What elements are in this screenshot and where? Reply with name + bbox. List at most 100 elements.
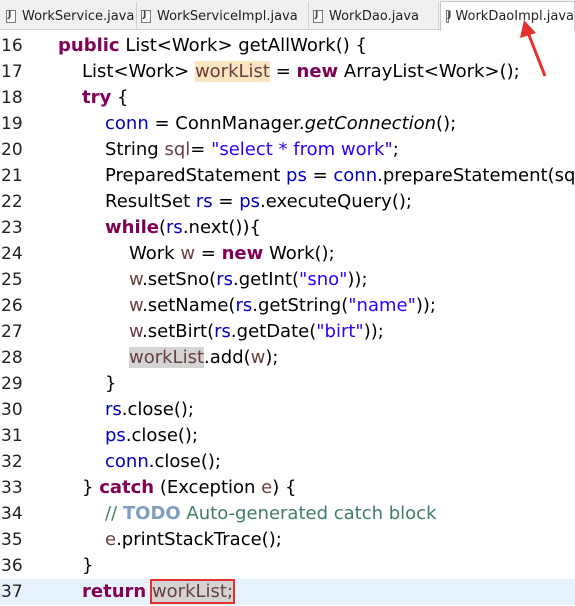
code-text: return workList; <box>82 579 236 605</box>
code-text: conn.close(); <box>105 449 221 475</box>
code-token: ps <box>239 191 261 212</box>
code-text: public List<Work> getAllWork() { <box>58 33 367 59</box>
code-line[interactable]: 28 workList.add(w); <box>0 345 575 371</box>
code-token: w <box>129 321 143 342</box>
code-token: w <box>129 269 143 290</box>
code-token: .prepareStatement(sq <box>377 165 575 186</box>
code-token: w <box>180 243 196 264</box>
code-token: (Exception <box>154 477 262 498</box>
code-line[interactable]: 37 return workList; <box>0 579 575 605</box>
code-token: .close(); <box>148 451 221 472</box>
code-line[interactable]: 27 w.setBirt(rs.getDate("birt")); <box>0 319 575 345</box>
code-token: { <box>111 87 129 108</box>
code-text: } <box>82 553 93 579</box>
code-line[interactable]: 16 public List<Work> getAllWork() { <box>0 33 575 59</box>
java-file-icon <box>313 9 323 23</box>
line-number: 34 <box>1 504 23 524</box>
code-line[interactable]: 19 conn = ConnManager.getConnection(); <box>0 111 575 137</box>
code-line[interactable]: 30 rs.close(); <box>0 397 575 423</box>
code-line[interactable]: 26 w.setName(rs.getString("name")); <box>0 293 575 319</box>
code-line[interactable]: 17 List<Work> workList = new ArrayList<Wo… <box>0 59 575 85</box>
code-line[interactable]: 23 while(rs.next()){ <box>0 215 575 241</box>
tab-work-dao[interactable]: WorkDao.java <box>309 2 439 30</box>
code-text: conn = ConnManager.getConnection(); <box>105 111 456 137</box>
code-token: ; <box>392 139 399 160</box>
code-text: w.setSno(rs.getInt("sno")); <box>129 267 368 293</box>
code-token: .printStackTrace(); <box>116 529 282 550</box>
code-text: workList.add(w); <box>129 345 279 371</box>
code-text: try { <box>82 85 128 111</box>
code-line[interactable]: 36} <box>0 553 575 579</box>
line-number: 22 <box>1 192 23 212</box>
code-line[interactable]: 21 PreparedStatement ps = conn.prepareSta… <box>0 163 575 189</box>
line-number: 18 <box>1 88 23 108</box>
code-token: String <box>105 139 165 160</box>
line-number: 24 <box>1 244 23 264</box>
code-token: ); <box>265 347 279 368</box>
code-token: .executeQuery(); <box>260 191 412 212</box>
code-line[interactable]: 24 Work w = new Work(); <box>0 241 575 267</box>
line-number: 26 <box>1 296 23 316</box>
code-token: rs <box>216 269 233 290</box>
code-token: .getDate( <box>230 321 317 342</box>
code-token: = <box>195 243 222 264</box>
code-text: PreparedStatement ps = conn.prepareState… <box>105 163 575 189</box>
code-line[interactable]: 20 String sql= "select * from work"; <box>0 137 575 163</box>
code-token: new <box>296 61 339 82</box>
code-token: = <box>306 165 334 186</box>
tab-label: WorkDao.java <box>329 8 419 24</box>
code-token: .add( <box>204 347 251 368</box>
code-token: .getInt( <box>232 269 300 290</box>
code-text: ResultSet rs = ps.executeQuery(); <box>105 189 412 215</box>
code-token: try <box>82 87 112 108</box>
code-token: w <box>129 295 143 316</box>
code-token: } <box>82 477 100 498</box>
code-token: "birt" <box>316 321 364 342</box>
code-token: while <box>105 217 159 238</box>
line-number: 28 <box>1 348 23 368</box>
code-token: .next()){ <box>182 217 261 238</box>
line-number: 29 <box>1 374 23 394</box>
code-token: Work(); <box>263 243 335 264</box>
tab-work-service-impl[interactable]: WorkServiceImpl.java <box>137 2 309 30</box>
code-line[interactable]: 33} catch (Exception e) { <box>0 475 575 501</box>
code-line[interactable]: 22 ResultSet rs = ps.executeQuery(); <box>0 189 575 215</box>
line-number: 21 <box>1 166 23 186</box>
code-token: TODO <box>122 503 181 524</box>
code-line[interactable]: 34 // TODO Auto-generated catch block <box>0 501 575 527</box>
code-text: while(rs.next()){ <box>105 215 261 241</box>
code-line[interactable]: 32 conn.close(); <box>0 449 575 475</box>
code-token: PreparedStatement <box>105 165 287 186</box>
line-number: 31 <box>1 426 23 446</box>
code-token: rs <box>105 399 122 420</box>
code-editor[interactable]: 16 public List<Work> getAllWork() {17 List… <box>0 33 575 605</box>
code-token: } <box>82 555 94 576</box>
code-line[interactable]: 25 w.setSno(rs.getInt("sno")); <box>0 267 575 293</box>
code-token: Auto-generated catch block <box>180 503 437 524</box>
code-token: ps <box>286 165 307 186</box>
line-number: 27 <box>1 322 23 342</box>
tab-label: WorkDaoImpl.java <box>455 9 574 24</box>
code-token: workList <box>194 61 270 82</box>
code-token: w <box>250 347 266 368</box>
code-line[interactable]: 31 ps.close(); <box>0 423 575 449</box>
code-token: ResultSet <box>105 191 196 212</box>
code-token: e <box>261 477 273 498</box>
tab-work-service[interactable]: WorkService.java <box>2 2 137 30</box>
line-number: 19 <box>1 114 23 134</box>
code-token: .getString( <box>252 295 349 316</box>
code-text: w.setBirt(rs.getDate("birt")); <box>129 319 384 345</box>
java-file-icon <box>446 10 452 23</box>
code-token: )); <box>415 295 436 316</box>
code-line[interactable]: 18 try { <box>0 85 575 111</box>
code-line[interactable]: 35 e.printStackTrace(); <box>0 527 575 553</box>
code-token: "sno" <box>299 269 348 290</box>
code-text: List<Work> workList = new ArrayList<Work… <box>82 59 520 85</box>
tab-work-dao-impl[interactable]: WorkDaoImpl.java <box>440 1 575 31</box>
code-token: // <box>105 503 123 524</box>
code-token: rs <box>235 295 253 316</box>
code-token: conn <box>333 165 378 186</box>
code-token: = ConnManager. <box>148 113 305 134</box>
code-text: String sql= "select * from work"; <box>105 137 399 163</box>
code-line[interactable]: 29} <box>0 371 575 397</box>
